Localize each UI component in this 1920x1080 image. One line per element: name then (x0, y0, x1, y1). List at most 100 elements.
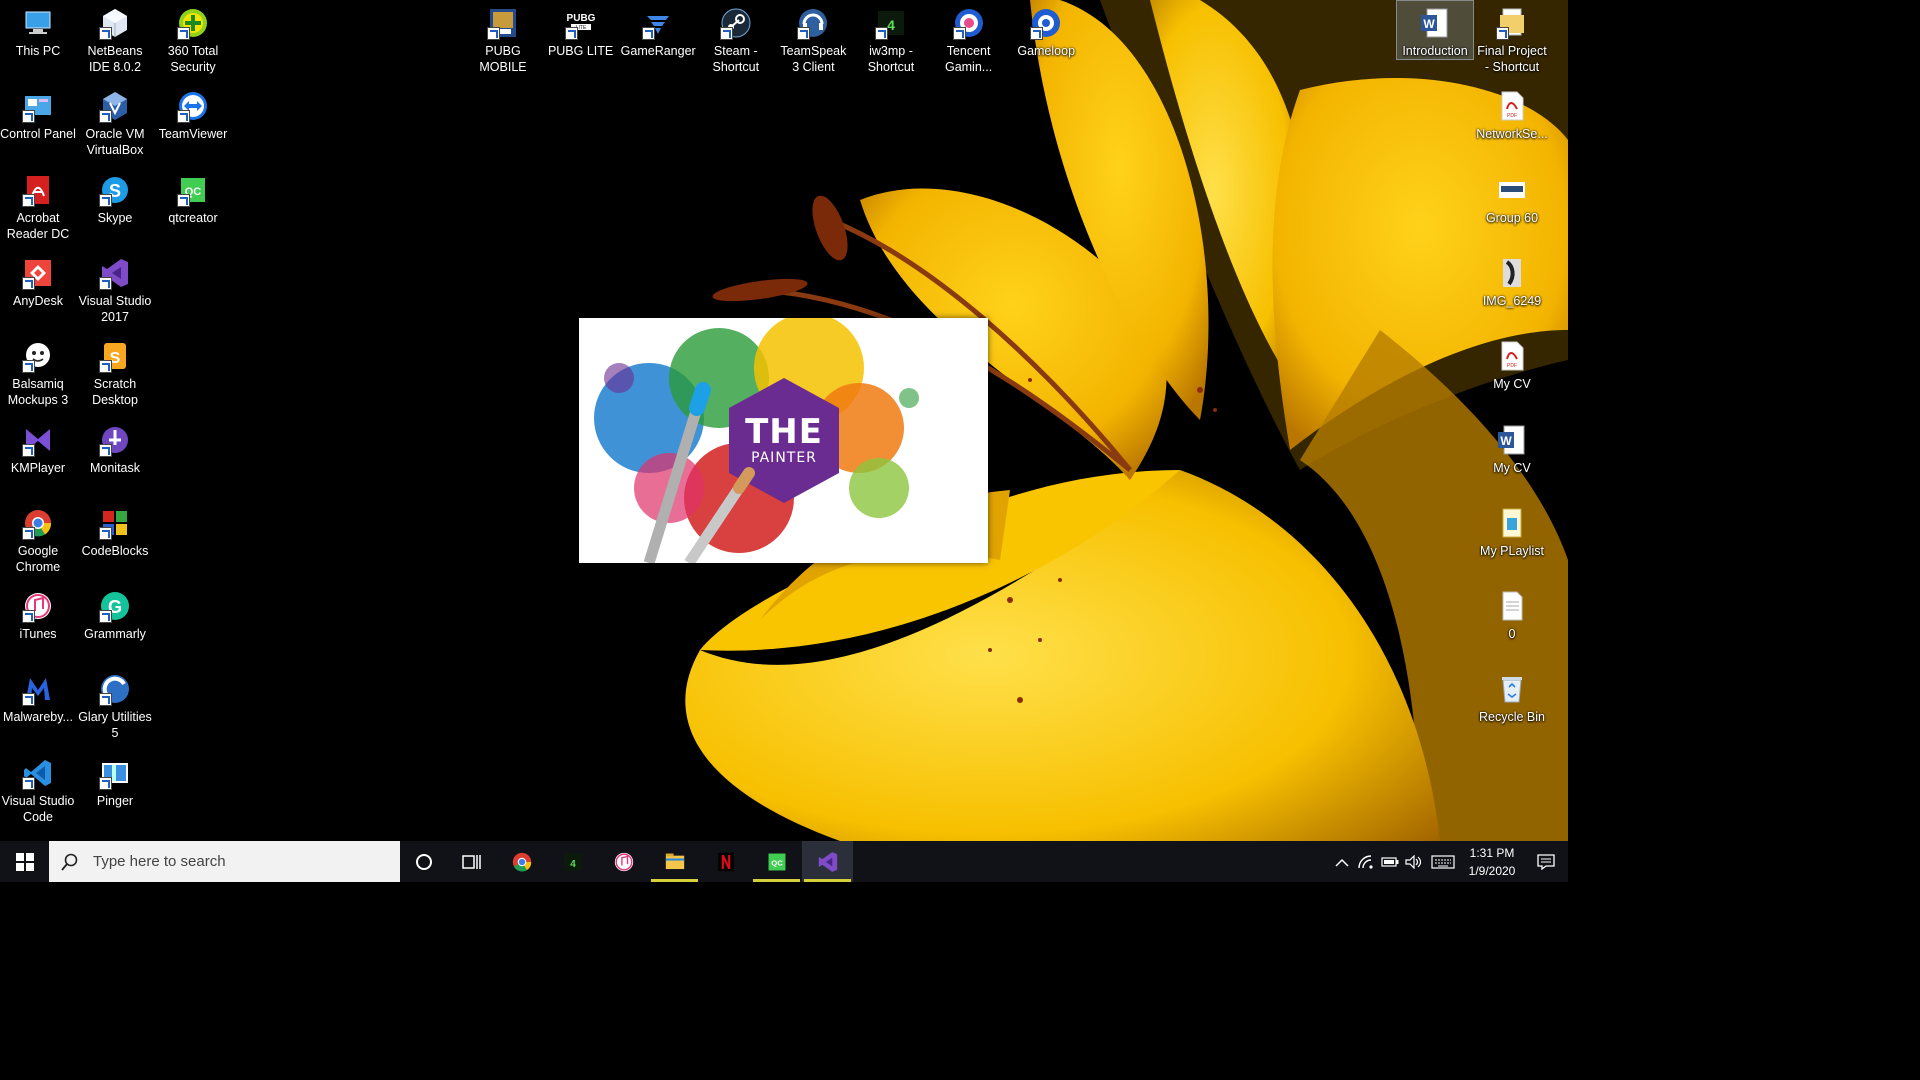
desktop-shortcut-gameranger[interactable]: GameRanger (620, 1, 696, 59)
desktop-shortcut-steam[interactable]: Steam - Shortcut (698, 1, 774, 75)
desktop-shortcut-label: NetworkSe... (1476, 127, 1548, 142)
desktop-shortcut-label: PUBG MOBILE (479, 44, 527, 74)
taskbar-search-box[interactable]: Type here to search (49, 841, 400, 882)
desktop-shortcut-360-security[interactable]: 360 Total Security (155, 1, 231, 75)
shortcut-arrow-icon (487, 27, 500, 40)
desktop-shortcut-kmplayer[interactable]: KMPlayer (0, 418, 76, 476)
codeblocks-icon (98, 506, 132, 540)
desktop-shortcut-malwarebytes[interactable]: Malwareby... (0, 667, 76, 725)
desktop-shortcut-label: Grammarly (84, 627, 146, 642)
desktop-shortcut-monitask[interactable]: Monitask (77, 418, 153, 476)
action-center-button[interactable] (1524, 841, 1568, 882)
desktop-shortcut-folder-shortcut[interactable]: Final Project - Shortcut (1474, 1, 1550, 75)
start-button[interactable] (0, 841, 49, 882)
desktop-shortcut-photo[interactable]: IMG_6249 (1474, 251, 1550, 309)
desktop-shortcut-chrome[interactable]: Google Chrome (0, 501, 76, 575)
taskbar-app-iw3mp[interactable]: 4 (547, 841, 598, 882)
taskbar: Type here to search 4 QC 1:31 PM 1/9/2020 (0, 841, 1568, 882)
shortcut-arrow-icon (719, 27, 733, 40)
desktop-shortcut-skype[interactable]: S Skype (77, 168, 153, 226)
task-view-button[interactable] (448, 841, 496, 882)
desktop-shortcut-tencent[interactable]: Tencent Gamin... (931, 1, 1007, 75)
scratch-icon: S (98, 339, 132, 374)
desktop-shortcut-scratch[interactable]: S Scratch Desktop (77, 334, 153, 408)
desktop-shortcut-label: Balsamiq Mockups 3 (7, 377, 69, 408)
desktop-shortcut-anydesk[interactable]: AnyDesk (0, 251, 76, 309)
shortcut-arrow-icon (797, 27, 811, 40)
desktop-shortcut-recycle-bin[interactable]: Recycle Bin (1474, 667, 1550, 725)
desktop-shortcut-playlist[interactable]: My PLaylist (1474, 501, 1550, 559)
desktop-shortcut-image-file[interactable]: Group 60 (1474, 168, 1550, 226)
desktop-shortcut-label: iw3mp - Shortcut (867, 44, 915, 74)
desktop[interactable]: THE PAINTER This PC Control Panel Acrobat … (0, 0, 1568, 841)
desktop-shortcut-label: Gameloop (1017, 44, 1076, 58)
balsamiq-icon (21, 339, 55, 374)
desktop-shortcut-pdf[interactable]: PDF My CV (1474, 334, 1550, 392)
pdf-icon: PDF (1495, 89, 1529, 123)
desktop-shortcut-balsamiq[interactable]: Balsamiq Mockups 3 (0, 334, 76, 408)
desktop-shortcut-gameloop[interactable]: Gameloop (1008, 1, 1084, 59)
chrome-icon (510, 850, 534, 874)
taskbar-app-itunes[interactable] (598, 841, 649, 882)
shortcut-arrow-icon (22, 110, 35, 124)
desktop-shortcut-acrobat[interactable]: Acrobat Reader DC (0, 168, 76, 242)
image-file-icon (1495, 173, 1529, 207)
desktop-shortcut-control-panel[interactable]: Control Panel (0, 84, 76, 142)
taskbar-app-visual-studio[interactable] (802, 841, 853, 882)
desktop-shortcut-label: Pinger (96, 793, 134, 808)
desktop-shortcut-vscode[interactable]: Visual Studio Code (0, 751, 76, 825)
desktop-shortcut-label: AnyDesk (12, 293, 64, 308)
shortcut-arrow-icon (22, 443, 35, 457)
desktop-shortcut-this-pc[interactable]: This PC (0, 1, 76, 59)
desktop-shortcut-virtualbox[interactable]: Oracle VM VirtualBox (77, 84, 153, 158)
shortcut-arrow-icon (22, 193, 35, 207)
cortana-button[interactable] (400, 841, 448, 882)
desktop-shortcut-glary[interactable]: Glary Utilities 5 (77, 667, 153, 741)
taskbar-app-chrome[interactable] (496, 841, 547, 882)
itunes-icon (612, 850, 636, 874)
gameloop-icon (1029, 6, 1063, 40)
desktop-shortcut-label: Oracle VM VirtualBox (85, 127, 145, 158)
desktop-shortcut-teamviewer[interactable]: TeamViewer (155, 84, 231, 142)
malwarebytes-icon (21, 672, 55, 707)
svg-text:QC: QC (771, 858, 783, 867)
desktop-shortcut-pubg-lite[interactable]: PUBG LITE PUBG LITE (543, 1, 619, 59)
desktop-shortcut-text-file[interactable]: 0 (1474, 584, 1550, 642)
desktop-shortcut-label: Google Chrome (15, 543, 61, 574)
pdf-icon: PDF (1495, 339, 1529, 373)
touch-keyboard-button[interactable] (1426, 841, 1460, 882)
desktop-shortcut-pdf[interactable]: PDF NetworkSe... (1474, 84, 1550, 142)
desktop-shortcut-word-doc[interactable]: W My CV (1474, 418, 1550, 476)
desktop-shortcut-label: Visual Studio Code (1, 793, 75, 824)
desktop-shortcut-pubg-mobile[interactable]: PUBG MOBILE (465, 1, 541, 75)
desktop-shortcut-qtcreator[interactable]: QC qtcreator (155, 168, 231, 226)
desktop-shortcut-netbeans[interactable]: NetBeans IDE 8.0.2 (77, 1, 153, 75)
battery-tray[interactable] (1378, 841, 1402, 882)
the-painter-splash: THE PAINTER (579, 318, 988, 563)
taskbar-app-qtcreator[interactable]: QC (751, 841, 802, 882)
netbeans-icon (98, 6, 132, 40)
itunes-icon (21, 589, 55, 624)
volume-tray[interactable] (1402, 841, 1426, 882)
desktop-shortcut-itunes[interactable]: iTunes (0, 584, 76, 642)
desktop-shortcut-label: Glary Utilities 5 (78, 710, 152, 741)
desktop-shortcut-pinger[interactable]: Pinger (77, 751, 153, 809)
desktop-shortcut-codeblocks[interactable]: CodeBlocks (77, 501, 153, 559)
clock[interactable]: 1:31 PM 1/9/2020 (1460, 844, 1524, 880)
desktop-shortcut-label: My CV (1493, 377, 1531, 392)
desktop-shortcut-visual-studio[interactable]: Visual Studio 2017 (77, 251, 153, 325)
desktop-shortcut-grammarly[interactable]: G Grammarly (77, 584, 153, 642)
taskbar-app-file-explorer[interactable] (649, 841, 700, 882)
monitask-icon (98, 423, 132, 457)
taskbar-app-netflix[interactable] (700, 841, 751, 882)
desktop-shortcut-label: Group 60 (1485, 210, 1539, 225)
shortcut-arrow-icon (642, 27, 656, 40)
shortcut-arrow-icon (177, 110, 190, 124)
show-hidden-icons-button[interactable] (1330, 841, 1354, 882)
desktop-shortcut-iw3mp[interactable]: 4 iw3mp - Shortcut (853, 1, 929, 75)
network-tray[interactable] (1354, 841, 1378, 882)
desktop-shortcut-teamspeak[interactable]: TeamSpeak 3 Client (775, 1, 851, 75)
desktop-shortcut-word-doc[interactable]: W Introduction (1396, 0, 1474, 60)
shortcut-arrow-icon (99, 610, 112, 624)
desktop-shortcut-label: Visual Studio 2017 (78, 293, 152, 324)
